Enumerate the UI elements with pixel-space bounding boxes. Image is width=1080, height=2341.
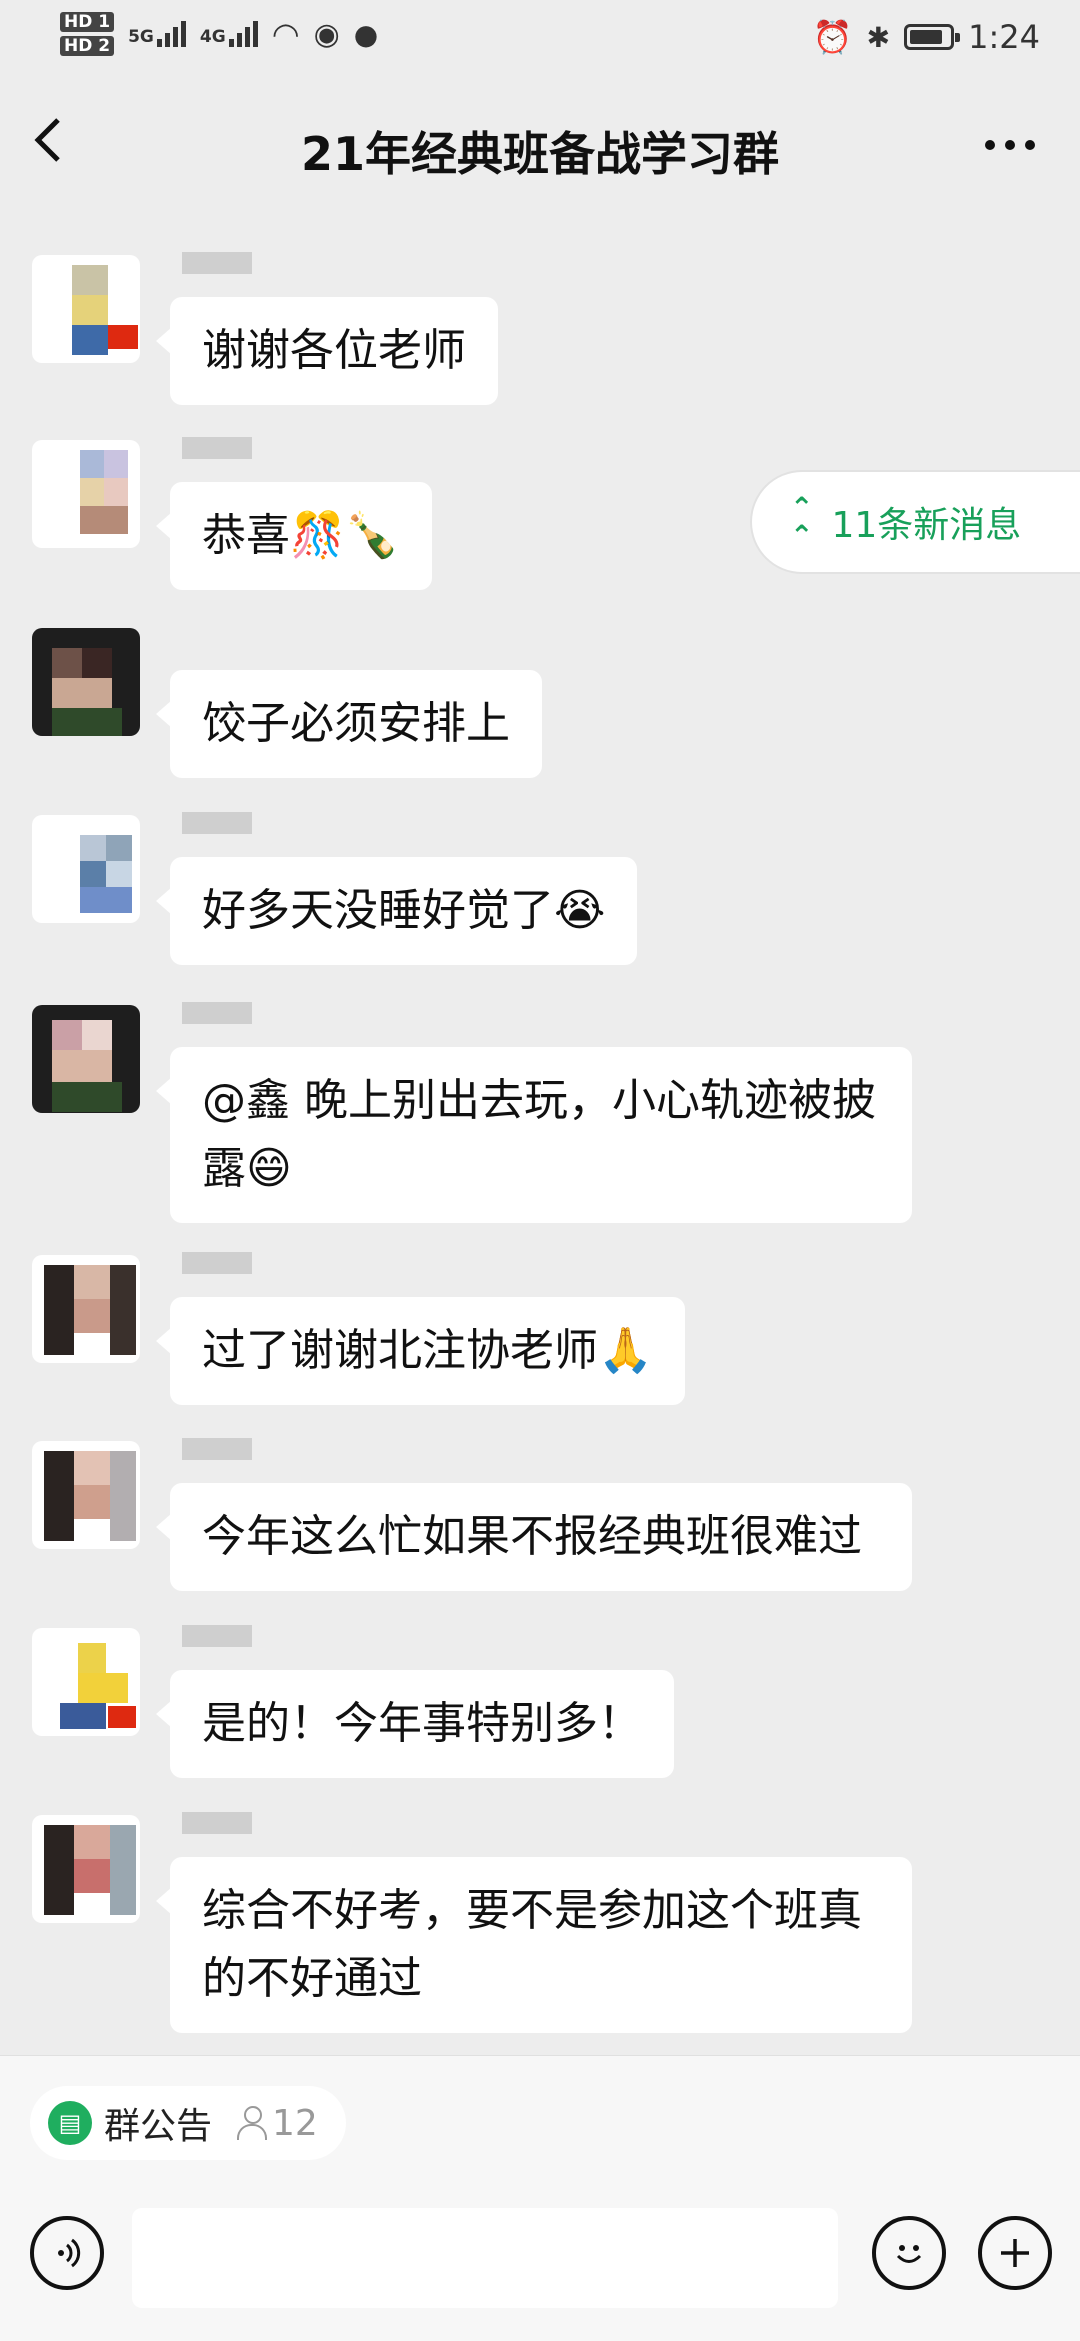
chat-header: 21年经典班备战学习群 — [0, 80, 1080, 215]
new-messages-label: 11条新消息 — [831, 505, 1022, 546]
page-title: 21年经典班备战学习群 — [300, 127, 779, 181]
sender-name — [182, 247, 252, 277]
message-input[interactable] — [132, 2208, 838, 2308]
message-bubble[interactable]: 过了谢谢北注协老师🙏 — [156, 1297, 685, 1405]
message-bubble[interactable]: 恭喜🎊🍾 — [156, 482, 432, 590]
more-button[interactable] — [970, 110, 1050, 180]
voice-button[interactable] — [30, 2216, 104, 2290]
group-notice-button[interactable]: ▤ 群公告 12 — [30, 2086, 346, 2160]
clock-time: 1:24 — [968, 18, 1040, 56]
input-bar — [0, 2208, 1080, 2328]
message-bubble[interactable]: 好多天没睡好觉了😭 — [155, 857, 638, 965]
sender-name — [182, 1807, 252, 1837]
plus-icon — [1001, 2239, 1029, 2267]
sender-name — [182, 997, 252, 1027]
sender-name — [182, 1247, 252, 1277]
avatar[interactable] — [32, 628, 140, 736]
avatar[interactable] — [32, 440, 140, 548]
status-bar: HD 1 HD 2 5G 4G ◠ ◉ ● ⏰ ✱ 1:24 — [0, 0, 1080, 80]
member-count: 12 — [236, 2103, 318, 2144]
signal-5g-icon: 5G — [128, 21, 186, 47]
avatar[interactable] — [32, 1628, 140, 1736]
smiley-icon — [896, 2245, 922, 2263]
message-list[interactable]: 谢谢各位老师 恭喜🎊🍾 饺子必须安排上 好多天没睡好觉了😭 @鑫 晚上别出去玩，… — [0, 215, 1080, 2055]
message-bubble[interactable]: 是的！今年事特别多！ — [156, 1670, 674, 1778]
voice-icon — [58, 2238, 81, 2268]
wifi-icon: ◠ — [271, 15, 300, 53]
hd-indicator: HD 1 HD 2 — [60, 12, 115, 56]
double-chevron-up-icon: ⌃ ⌃ — [790, 491, 814, 552]
avatar[interactable] — [32, 815, 140, 923]
notice-icon: ▤ — [48, 2101, 92, 2145]
message-bubble[interactable]: @鑫 晚上别出去玩，小心轨迹被披露😄 — [156, 1047, 912, 1223]
eye-icon: ◉ — [313, 16, 340, 52]
new-messages-button[interactable]: ⌃ ⌃ 11条新消息 — [750, 470, 1080, 574]
group-notice-label: 群公告 — [104, 2106, 213, 2147]
avatar[interactable] — [32, 255, 140, 363]
alarm-icon: ⏰ — [812, 18, 853, 56]
avatar[interactable] — [32, 1005, 140, 1113]
plus-button[interactable] — [978, 2216, 1052, 2290]
avatar[interactable] — [32, 1815, 140, 1923]
emoji-button[interactable] — [872, 2216, 946, 2290]
sender-name — [182, 807, 252, 837]
sender-name — [182, 432, 252, 462]
signal-4g-icon: 4G — [200, 21, 258, 47]
bottom-panel: ▤ 群公告 12 — [0, 2055, 1080, 2341]
sender-name — [182, 1620, 252, 1650]
avatar[interactable] — [32, 1255, 140, 1363]
battery-icon — [904, 24, 961, 50]
avatar[interactable] — [32, 1441, 140, 1549]
message-bubble[interactable]: 谢谢各位老师 — [156, 297, 498, 405]
message-bubble[interactable]: 饺子必须安排上 — [156, 670, 542, 778]
person-icon — [236, 2106, 268, 2140]
message-bubble[interactable]: 今年这么忙如果不报经典班很难过 — [156, 1483, 912, 1591]
wechat-icon: ● — [353, 17, 379, 51]
bluetooth-icon: ✱ — [866, 20, 891, 54]
more-dots-icon — [985, 140, 995, 150]
sender-name — [182, 1433, 252, 1463]
message-bubble[interactable]: 综合不好考，要不是参加这个班真的不好通过 — [156, 1857, 912, 2033]
